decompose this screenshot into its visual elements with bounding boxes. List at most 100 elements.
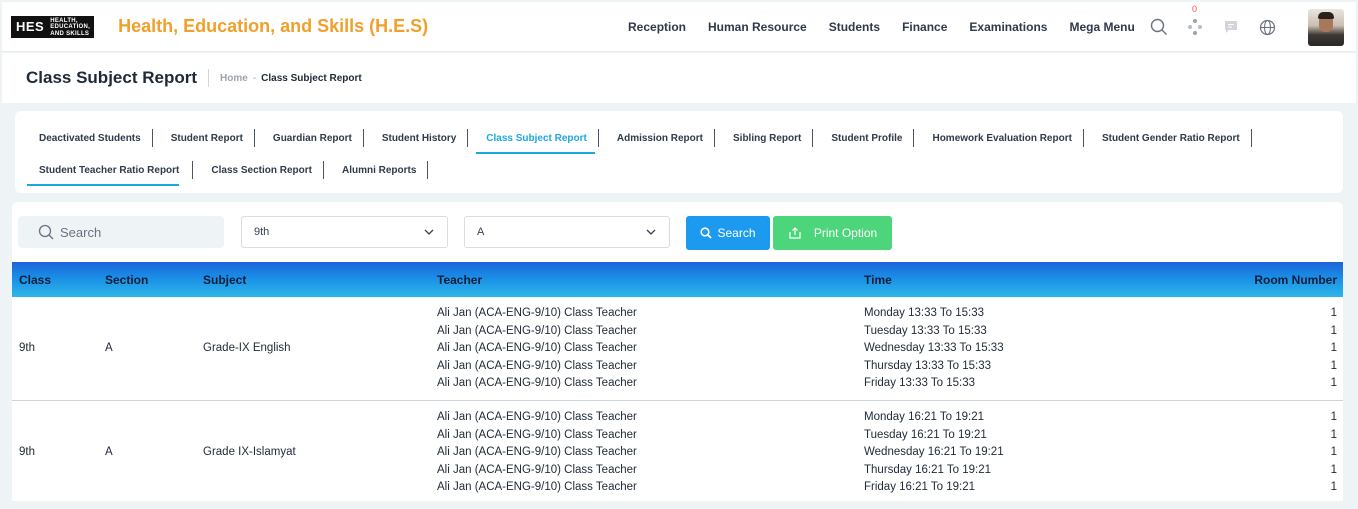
tab-label: Student History [381,132,457,144]
room-line: 1 [1330,481,1337,493]
tab-deactivated-students[interactable]: Deactivated Students [27,122,153,154]
teacher-line: Ali Jan (ACA-ENG-9/10) Class Teacher [437,446,637,458]
nav-item-examinations[interactable]: Examinations [969,20,1047,34]
room-line: 1 [1330,411,1337,423]
cell-times: Monday 16:21 To 19:21 Tuesday 16:21 To 1… [864,409,1004,497]
page-header: Class Subject Report Home - Class Subjec… [2,53,1356,103]
teacher-line: Ali Jan (ACA-ENG-9/10) Class Teacher [437,359,637,372]
col-header-teacher[interactable]: Teacher [437,273,482,287]
teacher-line: Ali Jan (ACA-ENG-9/10) Class Teacher [437,428,637,441]
top-navbar: HES HEALTH, EDUCATION, AND SKILLS Health… [2,2,1356,52]
tab-homework-evaluation-report[interactable]: Homework Evaluation Report [920,122,1085,154]
cell-rooms: 1 1 1 1 1 [1331,409,1337,497]
breadcrumb-current: Class Subject Report [261,72,362,84]
nav-item-students[interactable]: Students [829,20,880,34]
search-input[interactable] [60,224,220,240]
notification-badge: 0 [1192,4,1198,14]
print-option-button[interactable]: Print Option [773,216,892,250]
logo-mark: HES [11,15,50,38]
nav-item-human-resource[interactable]: Human Resource [708,20,807,34]
col-header-time[interactable]: Time [864,273,892,287]
table-body: 9th A Grade-IX English Ali Jan (ACA-ENG-… [12,297,1343,501]
time-line: Thursday 16:21 To 19:21 [864,463,992,476]
col-header-room-number[interactable]: Room Number [1254,273,1337,287]
main-nav: Reception Human Resource Students Financ… [628,2,1157,52]
teacher-line: Ali Jan (ACA-ENG-9/10) Class Teacher [437,481,637,493]
tab-class-section-report[interactable]: Class Section Report [199,154,324,186]
search-button[interactable]: Search [686,216,770,250]
cell-subject: Grade-IX English [203,342,291,354]
app-logo[interactable]: HES HEALTH, EDUCATION, AND SKILLS [11,15,95,38]
room-line: 1 [1330,342,1337,354]
user-avatar[interactable] [1308,9,1344,46]
nav-item-mega-menu[interactable]: Mega Menu [1069,20,1134,34]
cell-rooms: 1 1 1 1 1 [1331,305,1337,393]
col-header-section[interactable]: Section [105,273,148,287]
tab-alumni-reports[interactable]: Alumni Reports [330,154,429,186]
tab-row-2: Student Teacher Ratio Report Class Secti… [27,154,429,186]
search-icon [38,224,54,240]
teacher-line: Ali Jan (ACA-ENG-9/10) Class Teacher [437,307,637,319]
tab-row-1: Deactivated Students Student Report Guar… [27,122,1252,154]
tab-label: Student Report [170,132,243,144]
search-box[interactable] [18,216,224,248]
teacher-line: Ali Jan (ACA-ENG-9/10) Class Teacher [437,463,637,476]
search-icon [700,227,713,239]
cell-section: A [105,342,113,354]
tab-label: Student Gender Ratio Report [1101,132,1240,144]
cell-class: 9th [19,446,35,458]
tab-underline [27,184,180,186]
tab-admission-report[interactable]: Admission Report [605,122,716,154]
tab-label: Admission Report [616,132,703,144]
room-line: 1 [1330,324,1337,337]
teacher-line: Ali Jan (ACA-ENG-9/10) Class Teacher [437,324,637,337]
filter-bar: 9th A Search Print Option [12,202,1343,262]
search-icon[interactable] [1148,16,1170,38]
section-select[interactable]: A [464,216,670,248]
tab-label: Sibling Report [733,132,802,144]
col-header-subject[interactable]: Subject [203,273,246,287]
col-header-class[interactable]: Class [19,273,51,287]
tab-label: Student Teacher Ratio Report [39,164,180,176]
tab-student-history[interactable]: Student History [370,122,469,154]
breadcrumb-home[interactable]: Home [220,73,248,84]
active-tab-underline [476,152,595,154]
class-select-value: 9th [254,226,270,238]
logo-text: HEALTH, EDUCATION, AND SKILLS [49,15,95,38]
table-row: 9th A Grade IX-Islamyat Ali Jan (ACA-ENG… [12,401,1343,501]
table-header: Class Section Subject Teacher Time Room … [12,262,1343,297]
nav-item-finance[interactable]: Finance [902,20,947,34]
class-select[interactable]: 9th [241,216,448,248]
cell-section: A [105,446,113,458]
time-line: Friday 16:21 To 19:21 [864,481,976,493]
chevron-down-icon [646,229,656,235]
chevron-down-icon [424,229,434,235]
logo-text-line: AND SKILLS [50,30,90,37]
room-line: 1 [1330,446,1337,458]
tab-guardian-report[interactable]: Guardian Report [261,122,364,154]
tab-student-teacher-ratio-report[interactable]: Student Teacher Ratio Report [27,154,194,186]
teacher-line: Ali Jan (ACA-ENG-9/10) Class Teacher [437,377,637,389]
time-line: Monday 16:21 To 19:21 [864,411,984,423]
nav-item-reception[interactable]: Reception [628,20,686,34]
search-button-label: Search [717,226,756,240]
tab-sibling-report[interactable]: Sibling Report [721,122,814,154]
tab-student-report[interactable]: Student Report [159,122,256,154]
tab-label: Class Subject Report [486,132,587,144]
header-icons: 0 [1148,2,1292,52]
tab-class-subject-report[interactable]: Class Subject Report [474,122,599,154]
globe-icon[interactable] [1256,16,1278,38]
tab-student-gender-ratio-report[interactable]: Student Gender Ratio Report [1090,122,1252,154]
section-select-value: A [477,226,485,238]
chat-icon[interactable] [1220,16,1242,38]
header-divider [208,69,209,87]
room-line: 1 [1330,359,1337,372]
tab-student-profile[interactable]: Student Profile [819,122,915,154]
avatar-hair [1318,12,1334,19]
tab-label: Homework Evaluation Report [932,132,1072,144]
tab-label: Deactivated Students [39,132,141,144]
cell-class: 9th [19,342,35,354]
apps-icon[interactable]: 0 [1184,4,1206,38]
teacher-line: Ali Jan (ACA-ENG-9/10) Class Teacher [437,411,637,423]
breadcrumb-separator: - [252,72,257,84]
